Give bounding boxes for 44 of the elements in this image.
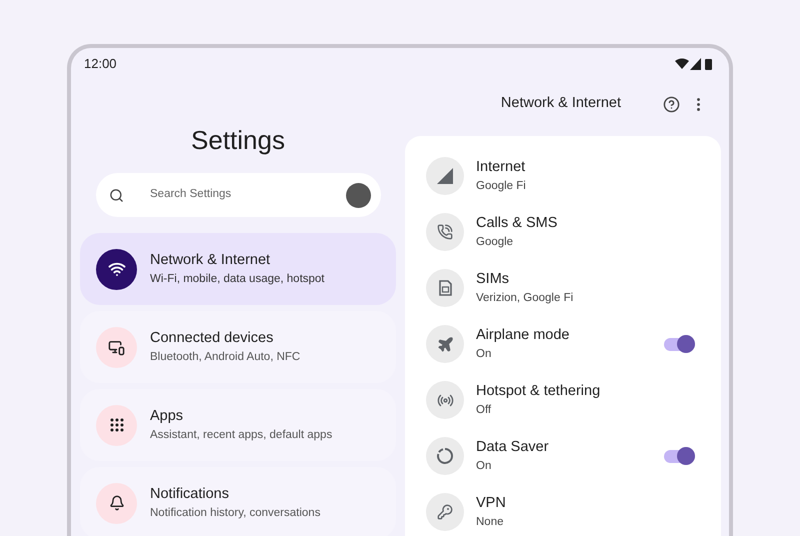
search-placeholder: Search Settings (150, 187, 232, 202)
category-subtitle: Wi-Fi, mobile, data usage, hotspot (150, 272, 324, 287)
setting-title[interactable]: VPN (476, 493, 695, 513)
category-subtitle: Assistant, recent apps, default apps (150, 428, 332, 443)
setting-summary: Verizion, Google Fi (476, 291, 574, 306)
help-icon[interactable] (663, 96, 680, 112)
category-subtitle: Notification history, conversations (150, 506, 320, 521)
phone-icon (437, 224, 453, 240)
category-title: Notifications (150, 485, 230, 504)
category-title: Connected devices (150, 329, 274, 348)
page-title: Settings (190, 124, 286, 156)
toggle-switch[interactable] (664, 447, 695, 465)
pane-title: Network & Internet (500, 94, 621, 114)
setting-summary: None (476, 515, 504, 530)
devices-icon (108, 338, 125, 356)
data-saver-icon (436, 447, 454, 465)
setting-title[interactable]: Internet (476, 157, 695, 177)
search-icon (109, 188, 124, 202)
setting-summary: Google (476, 235, 514, 250)
search-field[interactable]: Search Settings (96, 173, 381, 217)
key-icon (437, 504, 453, 520)
avatar[interactable] (346, 182, 371, 208)
setting-summary: On (476, 347, 492, 362)
setting-summary: Google Fi (476, 179, 527, 194)
setting-title[interactable]: Hotspot & tethering (476, 381, 695, 401)
grid-dots-icon (110, 418, 124, 432)
setting-title[interactable]: Calls & SMS (476, 213, 695, 233)
category-title: Apps (150, 407, 184, 426)
category-subtitle: Bluetooth, Android Auto, NFC (150, 350, 300, 365)
status-icons (675, 58, 713, 70)
status-time: 12:00 (84, 55, 117, 74)
setting-title[interactable]: SIMs (476, 269, 695, 289)
bell-icon (108, 495, 124, 511)
sim-card-icon (438, 280, 452, 296)
setting-summary: Off (476, 403, 492, 418)
setting-title[interactable]: Airplane mode (476, 325, 664, 345)
category-title: Network & Internet (150, 251, 272, 270)
setting-title[interactable]: Data Saver (476, 437, 664, 457)
setting-summary: On (476, 459, 492, 474)
airplane-icon (436, 336, 454, 352)
settings-category[interactable]: Network & Internet Wi-Fi, mobile, data usage, hotspot (80, 233, 396, 305)
toggle-switch[interactable] (664, 335, 695, 353)
wifi-icon (108, 260, 126, 278)
signal-icon (437, 168, 453, 184)
